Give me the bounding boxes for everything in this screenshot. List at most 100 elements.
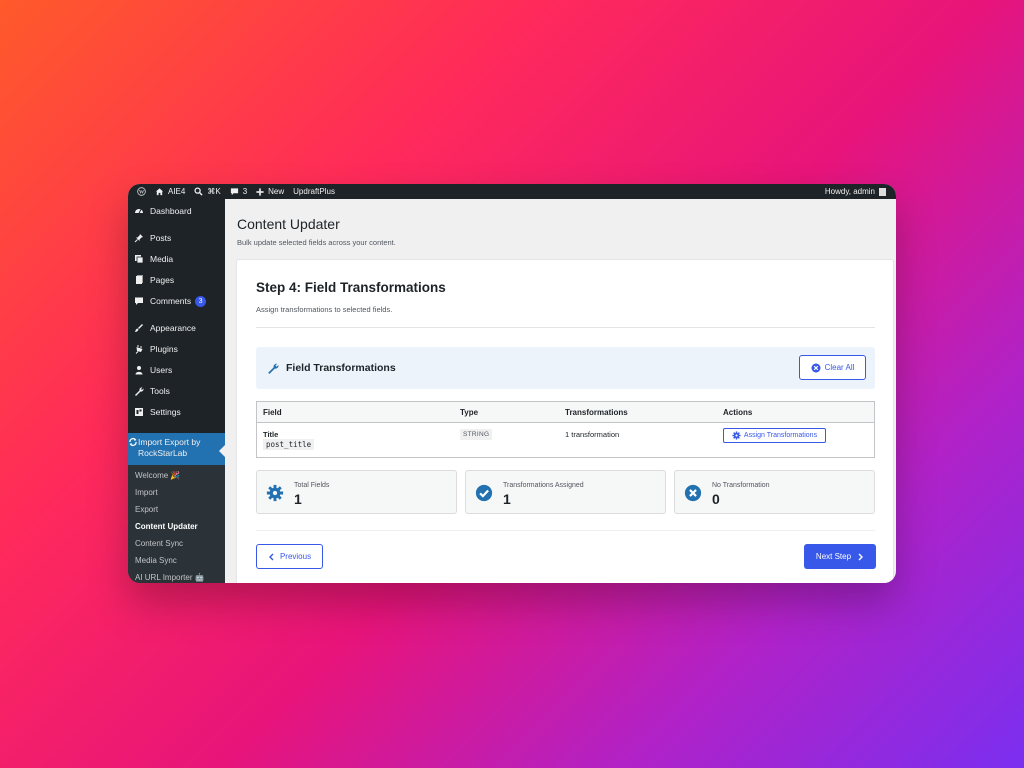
dashboard-icon	[133, 205, 145, 217]
search-icon	[194, 187, 203, 196]
sidebar-item-dashboard[interactable]: Dashboard	[128, 202, 225, 220]
sidebar-item-posts[interactable]: Posts	[128, 229, 225, 247]
next-label: Next Step	[815, 552, 852, 561]
avatar	[879, 187, 886, 196]
wrench-icon	[133, 385, 145, 397]
account-menu[interactable]: Howdy, admin	[825, 187, 886, 196]
sidebar-item-pages[interactable]: Pages	[128, 271, 225, 289]
stat-label: No Transformation	[712, 482, 770, 489]
plug-icon	[133, 343, 145, 355]
comments-badge: 3	[195, 295, 207, 307]
submenu-item-import[interactable]: Import	[135, 487, 158, 499]
panel-title: Field Transformations	[286, 362, 396, 374]
step-title: Step 4: Field Transformations	[256, 280, 446, 295]
submenu-item-content-sync[interactable]: Content Sync	[135, 538, 183, 550]
x-circle-icon	[684, 484, 702, 502]
brush-icon	[133, 322, 145, 334]
pages-icon	[133, 274, 145, 286]
sidebar-item-label: Plugins	[150, 344, 178, 354]
site-name: AIE4	[168, 187, 186, 196]
sidebar-item-settings[interactable]: Settings	[128, 403, 225, 421]
settings-icon	[133, 406, 145, 418]
submenu-item-welcome[interactable]: Welcome 🎉	[135, 470, 180, 482]
check-circle-icon	[475, 484, 493, 502]
wp-logo-button[interactable]: W	[137, 184, 146, 199]
divider	[256, 530, 875, 531]
submenu-item-content-updater[interactable]: Content Updater	[135, 521, 198, 533]
site-name-link[interactable]: AIE4	[155, 184, 185, 199]
stat-value: 0	[712, 491, 720, 507]
column-header-transformations: Transformations	[565, 408, 628, 417]
comment-icon	[133, 295, 145, 307]
gear-icon	[266, 484, 284, 502]
sidebar-item-label: Media	[150, 254, 174, 264]
label-line-1: Import Export by	[138, 437, 201, 447]
media-icon	[133, 253, 145, 265]
user-icon	[133, 364, 145, 376]
table-header-row: Field Type Transformations Actions	[257, 402, 874, 423]
wordpress-icon: W	[137, 187, 146, 196]
sidebar-item-label: Comments	[150, 296, 192, 306]
sidebar-item-comments[interactable]: Comments 3	[128, 292, 225, 310]
sidebar-item-plugins[interactable]: Plugins	[128, 340, 225, 358]
updraftplus-link[interactable]: UpdraftPlus	[293, 184, 335, 199]
updraftplus-label: UpdraftPlus	[293, 187, 335, 196]
clear-all-button[interactable]: Clear All	[799, 355, 866, 380]
stat-value: 1	[294, 491, 302, 507]
page-title: Content Updater	[237, 216, 340, 232]
comments-count: 3	[242, 187, 248, 196]
stat-label: Total Fields	[294, 482, 330, 489]
next-step-button[interactable]: Next Step	[804, 544, 876, 569]
sidebar-item-label: Users	[150, 365, 173, 375]
submenu-item-media-sync[interactable]: Media Sync	[135, 555, 177, 567]
column-header-actions: Actions	[723, 408, 753, 417]
field-key: post_title	[263, 439, 315, 450]
command-palette-button[interactable]: ⌘K	[194, 184, 221, 199]
pin-icon	[133, 232, 145, 244]
shortcut-label: ⌘K	[207, 187, 221, 196]
main-content: Content Updater Bulk update selected fie…	[225, 199, 896, 583]
admin-sidebar: Dashboard Posts Media Pages Comments 3 A…	[128, 199, 225, 583]
transformations-table: Field Type Transformations Actions Title…	[256, 401, 875, 458]
sidebar-item-label: Posts	[150, 233, 172, 243]
comments-link[interactable]: 3	[230, 184, 247, 199]
assign-transformations-button[interactable]: Assign Transformations	[723, 428, 826, 443]
sidebar-item-media[interactable]: Media	[128, 250, 225, 268]
sidebar-item-label: Tools	[150, 386, 170, 396]
stat-label: Transformations Assigned	[503, 482, 584, 489]
transformations-count: 1 transformation	[565, 430, 620, 439]
step-card: Step 4: Field Transformations Assign tra…	[236, 259, 894, 583]
plus-icon	[256, 187, 264, 196]
sidebar-item-users[interactable]: Users	[128, 361, 225, 379]
type-badge: STRING	[460, 429, 493, 440]
new-label: New	[268, 187, 285, 196]
label-line-2: RockStarLab	[138, 448, 188, 458]
stat-value: 1	[503, 491, 511, 507]
gear-icon	[732, 431, 741, 440]
column-header-field: Field	[263, 408, 282, 417]
previous-button[interactable]: Previous	[256, 544, 323, 569]
sidebar-item-import-export[interactable]: Import Export by RockStarLab	[128, 433, 225, 465]
sidebar-item-tools[interactable]: Tools	[128, 382, 225, 400]
stat-no-transformation: No Transformation 0	[674, 470, 875, 514]
svg-text:W: W	[139, 190, 145, 196]
sidebar-item-label: Dashboard	[150, 206, 192, 216]
submenu-item-ai-url-importer[interactable]: AI URL Importer 🤖	[135, 572, 205, 583]
sidebar-item-label: Settings	[150, 407, 181, 417]
chevron-right-icon	[858, 553, 864, 560]
column-header-type: Type	[460, 408, 479, 417]
sync-icon	[128, 437, 138, 449]
submenu-item-export[interactable]: Export	[135, 504, 158, 516]
divider	[256, 327, 875, 328]
sidebar-item-label: Pages	[150, 275, 175, 285]
new-content-button[interactable]: New	[256, 184, 284, 199]
comment-icon	[230, 188, 238, 196]
home-icon	[155, 188, 164, 196]
wrench-icon	[268, 363, 279, 374]
chevron-left-icon	[268, 553, 274, 560]
sidebar-item-appearance[interactable]: Appearance	[128, 319, 225, 337]
clear-all-label: Clear All	[824, 363, 855, 372]
admin-bar: W AIE4 ⌘K 3 New UpdraftPlus Howdy, admin	[128, 184, 896, 199]
submenu: Welcome 🎉 Import Export Content Updater …	[128, 465, 225, 583]
browser-window: W AIE4 ⌘K 3 New UpdraftPlus Howdy, admin	[128, 184, 896, 583]
